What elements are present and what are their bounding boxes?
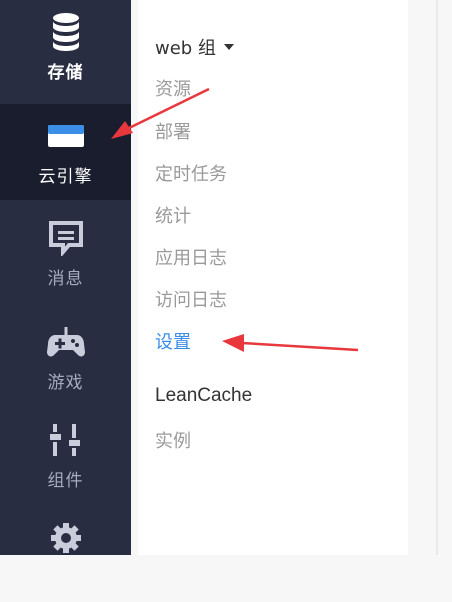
nav-item-messages[interactable]: 消息 — [0, 206, 131, 302]
nav-item-label: 组件 — [47, 471, 84, 491]
nav-item-label: 存储 — [47, 63, 84, 83]
panel-divider — [436, 0, 438, 555]
menu-item-access-logs[interactable]: 访问日志 — [155, 286, 227, 312]
menu-item-scheduled-tasks[interactable]: 定时任务 — [155, 160, 227, 186]
menu-item-deploy[interactable]: 部署 — [155, 118, 191, 144]
nav-item-settings[interactable] — [0, 506, 131, 602]
nav-item-label: 游戏 — [47, 373, 84, 393]
gear-icon — [49, 516, 83, 560]
group-selector[interactable]: web 组 — [155, 34, 234, 60]
sliders-icon — [48, 418, 84, 462]
menu-item-instances[interactable]: 实例 — [155, 427, 191, 453]
menu-item-leancache[interactable]: LeanCache — [155, 385, 252, 407]
gamepad-icon — [46, 320, 85, 364]
caret-down-icon — [223, 44, 234, 50]
group-title: web 组 — [155, 38, 216, 59]
nav-item-storage[interactable]: 存储 — [0, 0, 131, 96]
database-icon — [50, 10, 82, 54]
nav-item-games[interactable]: 游戏 — [0, 310, 131, 406]
menu-item-app-logs[interactable]: 应用日志 — [155, 244, 227, 270]
nav-item-cloud-engine[interactable]: 云引擎 — [0, 104, 131, 200]
nav-item-components[interactable]: 组件 — [0, 408, 131, 504]
menu-item-settings[interactable]: 设置 — [155, 328, 191, 354]
nav-item-label: 消息 — [47, 269, 84, 289]
server-icon — [47, 114, 85, 158]
submenu-panel: web 组 资源 部署 定时任务 统计 应用日志 访问日志 设置 LeanCac… — [138, 0, 408, 555]
main-nav: 存储 云引擎 消息 游戏 组件 — [0, 0, 131, 555]
menu-item-stats[interactable]: 统计 — [155, 202, 191, 228]
menu-item-resources[interactable]: 资源 — [155, 75, 191, 101]
nav-item-label: 云引擎 — [38, 167, 93, 187]
message-icon — [48, 216, 84, 260]
